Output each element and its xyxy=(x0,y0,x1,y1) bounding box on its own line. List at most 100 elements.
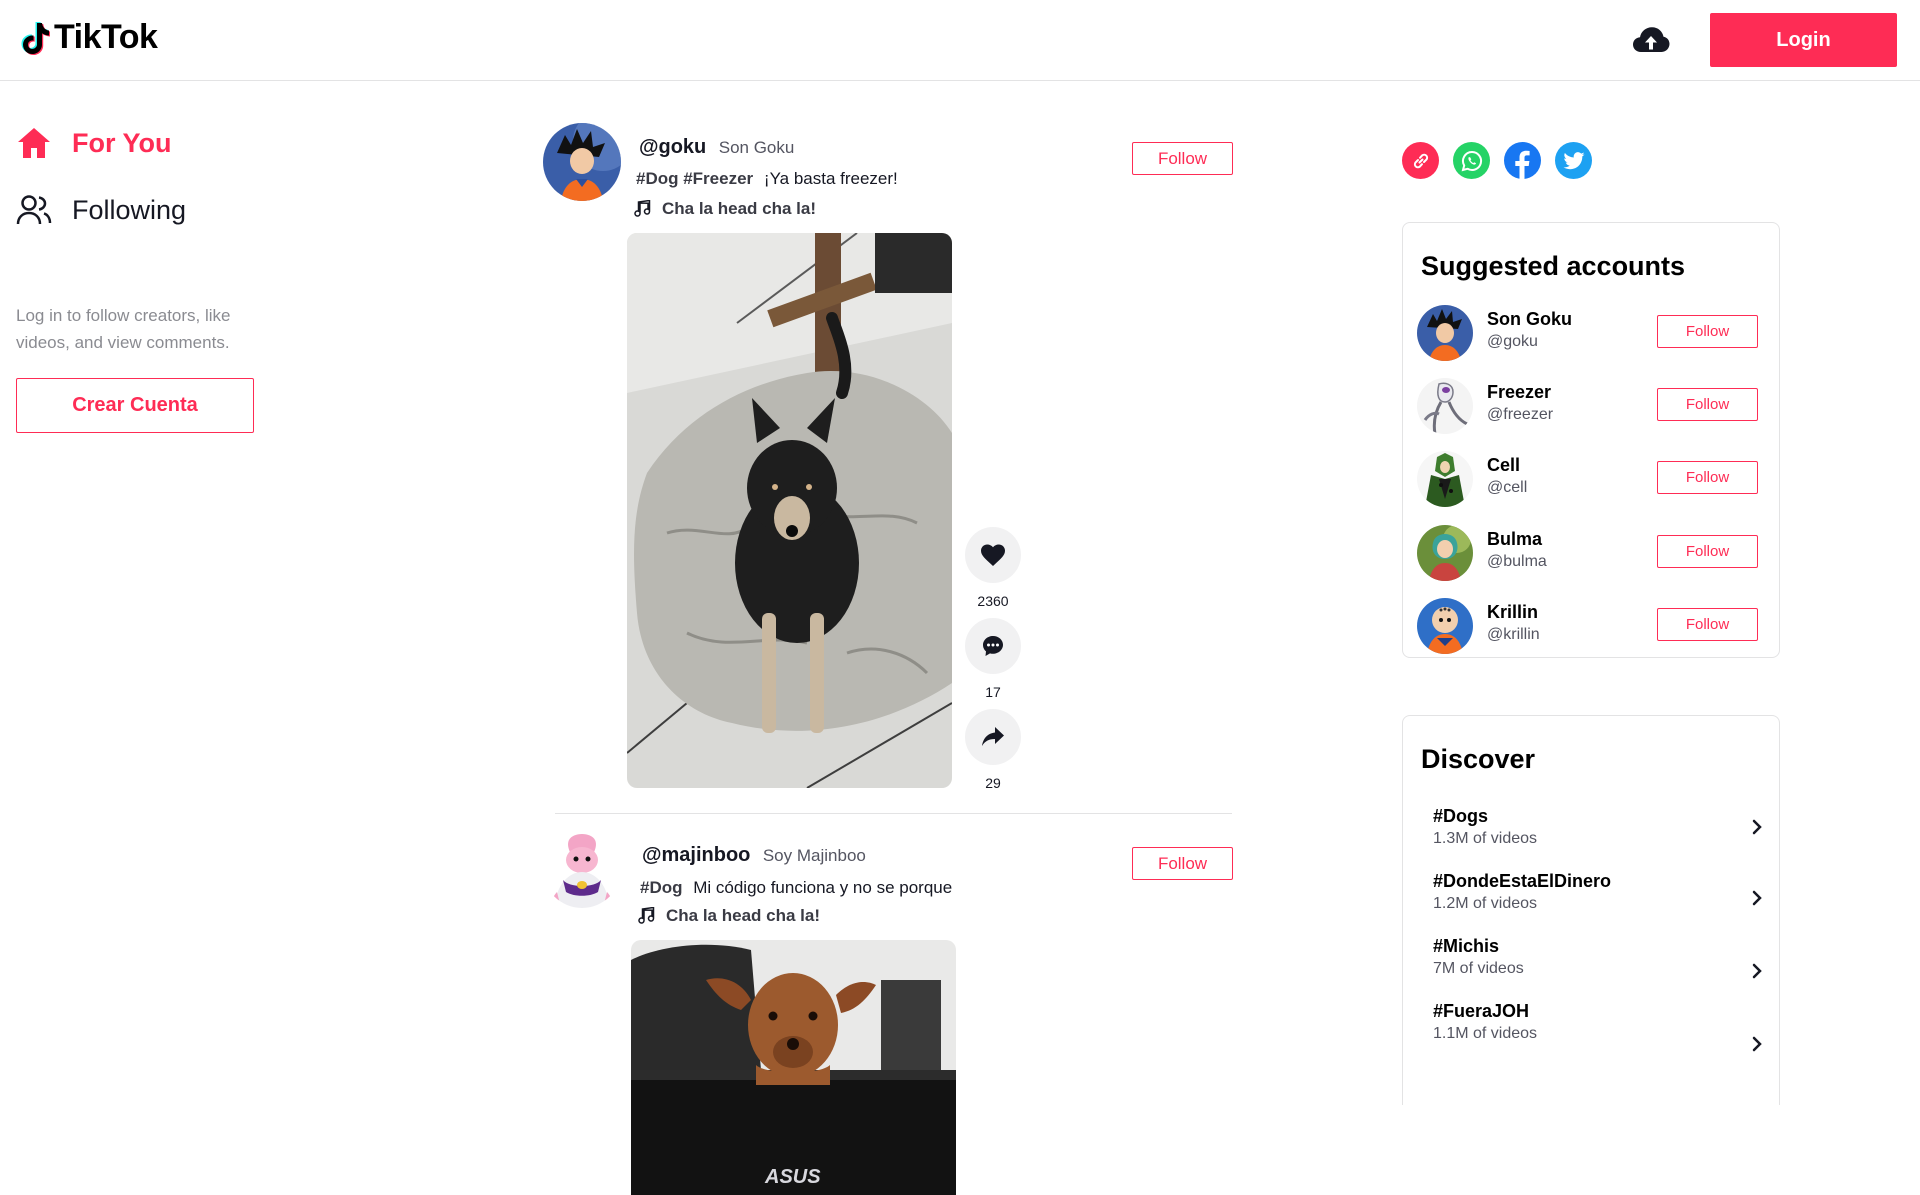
share-action[interactable]: 29 xyxy=(965,709,1021,791)
chevron-right-icon[interactable] xyxy=(1751,889,1763,907)
discover-item[interactable]: #FueraJOH 1.1M of videos xyxy=(1433,1001,1763,1061)
chevron-right-icon[interactable] xyxy=(1751,1035,1763,1053)
music-note-icon xyxy=(638,907,655,924)
share-links xyxy=(1402,142,1592,179)
post-hashtags[interactable]: #Dog #Freezer xyxy=(636,169,753,188)
discover-hashtag[interactable]: #DondeEstaElDinero xyxy=(1433,871,1611,892)
follow-button[interactable]: Follow xyxy=(1132,847,1233,880)
comment-count: 17 xyxy=(985,684,1001,700)
follow-button[interactable]: Follow xyxy=(1657,388,1758,421)
like-action[interactable]: 2360 xyxy=(965,527,1021,609)
avatar[interactable] xyxy=(1417,305,1473,361)
post-music[interactable]: Cha la head cha la! xyxy=(634,199,816,219)
suggested-accounts-card: Suggested accounts Son Goku @goku Follow… xyxy=(1402,222,1780,658)
account-name[interactable]: Krillin xyxy=(1487,602,1538,623)
facebook-icon[interactable] xyxy=(1504,142,1541,179)
discover-title: Discover xyxy=(1421,744,1536,774)
avatar[interactable] xyxy=(1417,598,1473,654)
discover-count: 1.2M of videos xyxy=(1433,895,1538,912)
discover-item[interactable]: #Michis 7M of videos xyxy=(1433,936,1763,996)
login-button[interactable]: Login xyxy=(1710,13,1897,67)
author-display-name: Soy Majinboo xyxy=(762,846,866,865)
account-name[interactable]: Cell xyxy=(1487,455,1520,476)
post-description: #Dog #Freezer ¡Ya basta freezer! xyxy=(636,169,898,189)
nav-following[interactable]: Following xyxy=(16,194,186,226)
suggested-accounts-title: Suggested accounts xyxy=(1421,251,1686,281)
chevron-right-icon[interactable] xyxy=(1751,962,1763,980)
suggested-account-row[interactable]: Cell @cell Follow xyxy=(1417,451,1767,511)
follow-button[interactable]: Follow xyxy=(1657,608,1758,641)
suggested-account-row[interactable]: Krillin @krillin Follow xyxy=(1417,598,1767,657)
suggested-account-row[interactable]: Freezer @freezer Follow xyxy=(1417,378,1767,438)
account-handle: @bulma xyxy=(1487,553,1547,570)
whatsapp-icon[interactable] xyxy=(1453,142,1490,179)
link-share-icon[interactable] xyxy=(1402,142,1439,179)
post-author[interactable]: @majinboo Soy Majinboo xyxy=(642,844,866,867)
discover-item[interactable]: #Dogs 1.3M of videos xyxy=(1433,806,1763,866)
suggested-account-row[interactable]: Son Goku @goku Follow xyxy=(1417,305,1767,365)
comment-action[interactable]: 17 xyxy=(965,618,1021,700)
share-count: 29 xyxy=(985,775,1001,791)
music-title: Cha la head cha la! xyxy=(666,906,820,925)
author-handle[interactable]: @goku xyxy=(639,136,706,158)
avatar[interactable] xyxy=(543,123,621,201)
tiktok-note-icon xyxy=(21,21,50,55)
heart-icon[interactable] xyxy=(965,527,1021,583)
tiktok-logo[interactable]: TikTok xyxy=(20,18,158,57)
post-description: #Dog Mi código funciona y no se porque xyxy=(640,878,952,898)
post-caption: Mi código funciona y no se porque xyxy=(693,878,953,897)
nav-for-you[interactable]: For You xyxy=(16,126,172,160)
share-arrow-icon[interactable] xyxy=(965,709,1021,765)
discover-count: 1.1M of videos xyxy=(1433,1025,1538,1042)
suggested-account-row[interactable]: Bulma @bulma Follow xyxy=(1417,525,1767,585)
nav-following-label: Following xyxy=(72,194,187,225)
follow-button[interactable]: Follow xyxy=(1657,315,1758,348)
discover-item[interactable]: #DondeEstaElDinero 1.2M of videos xyxy=(1433,871,1763,931)
account-name[interactable]: Freezer xyxy=(1487,382,1551,403)
feed-post: @goku Son Goku #Dog #Freezer ¡Ya basta f… xyxy=(540,122,1240,792)
avatar[interactable] xyxy=(1417,451,1473,507)
discover-hashtag[interactable]: #Dogs xyxy=(1433,806,1488,827)
home-icon xyxy=(18,128,50,158)
post-music[interactable]: Cha la head cha la! xyxy=(638,906,820,926)
nav-for-you-label: For You xyxy=(72,127,172,158)
discover-card: Discover #Dogs 1.3M of videos #DondeEsta… xyxy=(1402,715,1780,1105)
discover-count: 1.3M of videos xyxy=(1433,830,1538,847)
cloud-upload-icon[interactable] xyxy=(1632,24,1670,58)
post-hashtags[interactable]: #Dog xyxy=(640,878,683,897)
login-hint-text: Log in to follow creators, like videos, … xyxy=(16,306,231,352)
asus-logo: ASUS xyxy=(764,1166,821,1188)
post-divider xyxy=(555,813,1232,814)
avatar[interactable] xyxy=(1417,525,1473,581)
follow-button[interactable]: Follow xyxy=(1657,535,1758,568)
chevron-right-icon[interactable] xyxy=(1751,818,1763,836)
create-account-button[interactable]: Crear Cuenta xyxy=(16,378,254,433)
post-author[interactable]: @goku Son Goku xyxy=(639,136,794,159)
follow-button[interactable]: Follow xyxy=(1657,461,1758,494)
avatar[interactable] xyxy=(543,830,621,908)
music-note-icon xyxy=(634,200,651,217)
follow-button[interactable]: Follow xyxy=(1132,142,1233,175)
account-name[interactable]: Bulma xyxy=(1487,529,1542,550)
music-title: Cha la head cha la! xyxy=(662,199,816,218)
logo-text: TikTok xyxy=(54,18,158,56)
video-frame-dog xyxy=(627,233,952,788)
post-caption: ¡Ya basta freezer! xyxy=(763,169,898,188)
video-player[interactable] xyxy=(627,233,952,788)
author-display-name: Son Goku xyxy=(718,138,795,157)
discover-hashtag[interactable]: #FueraJOH xyxy=(1433,1001,1529,1022)
discover-hashtag[interactable]: #Michis xyxy=(1433,936,1499,957)
account-handle: @freezer xyxy=(1487,406,1554,423)
account-handle: @cell xyxy=(1487,479,1528,496)
account-name[interactable]: Son Goku xyxy=(1487,309,1572,330)
author-handle[interactable]: @majinboo xyxy=(642,844,750,866)
like-count: 2360 xyxy=(977,593,1009,609)
comment-icon[interactable] xyxy=(965,618,1021,674)
video-frame-dog: ASUS xyxy=(631,940,956,1195)
discover-count: 7M of videos xyxy=(1433,960,1524,977)
twitter-icon[interactable] xyxy=(1555,142,1592,179)
video-player[interactable]: ASUS xyxy=(631,940,956,1195)
account-handle: @krillin xyxy=(1487,626,1540,643)
feed-post: @majinboo Soy Majinboo #Dog Mi código fu… xyxy=(540,830,1240,1195)
avatar[interactable] xyxy=(1417,378,1473,434)
